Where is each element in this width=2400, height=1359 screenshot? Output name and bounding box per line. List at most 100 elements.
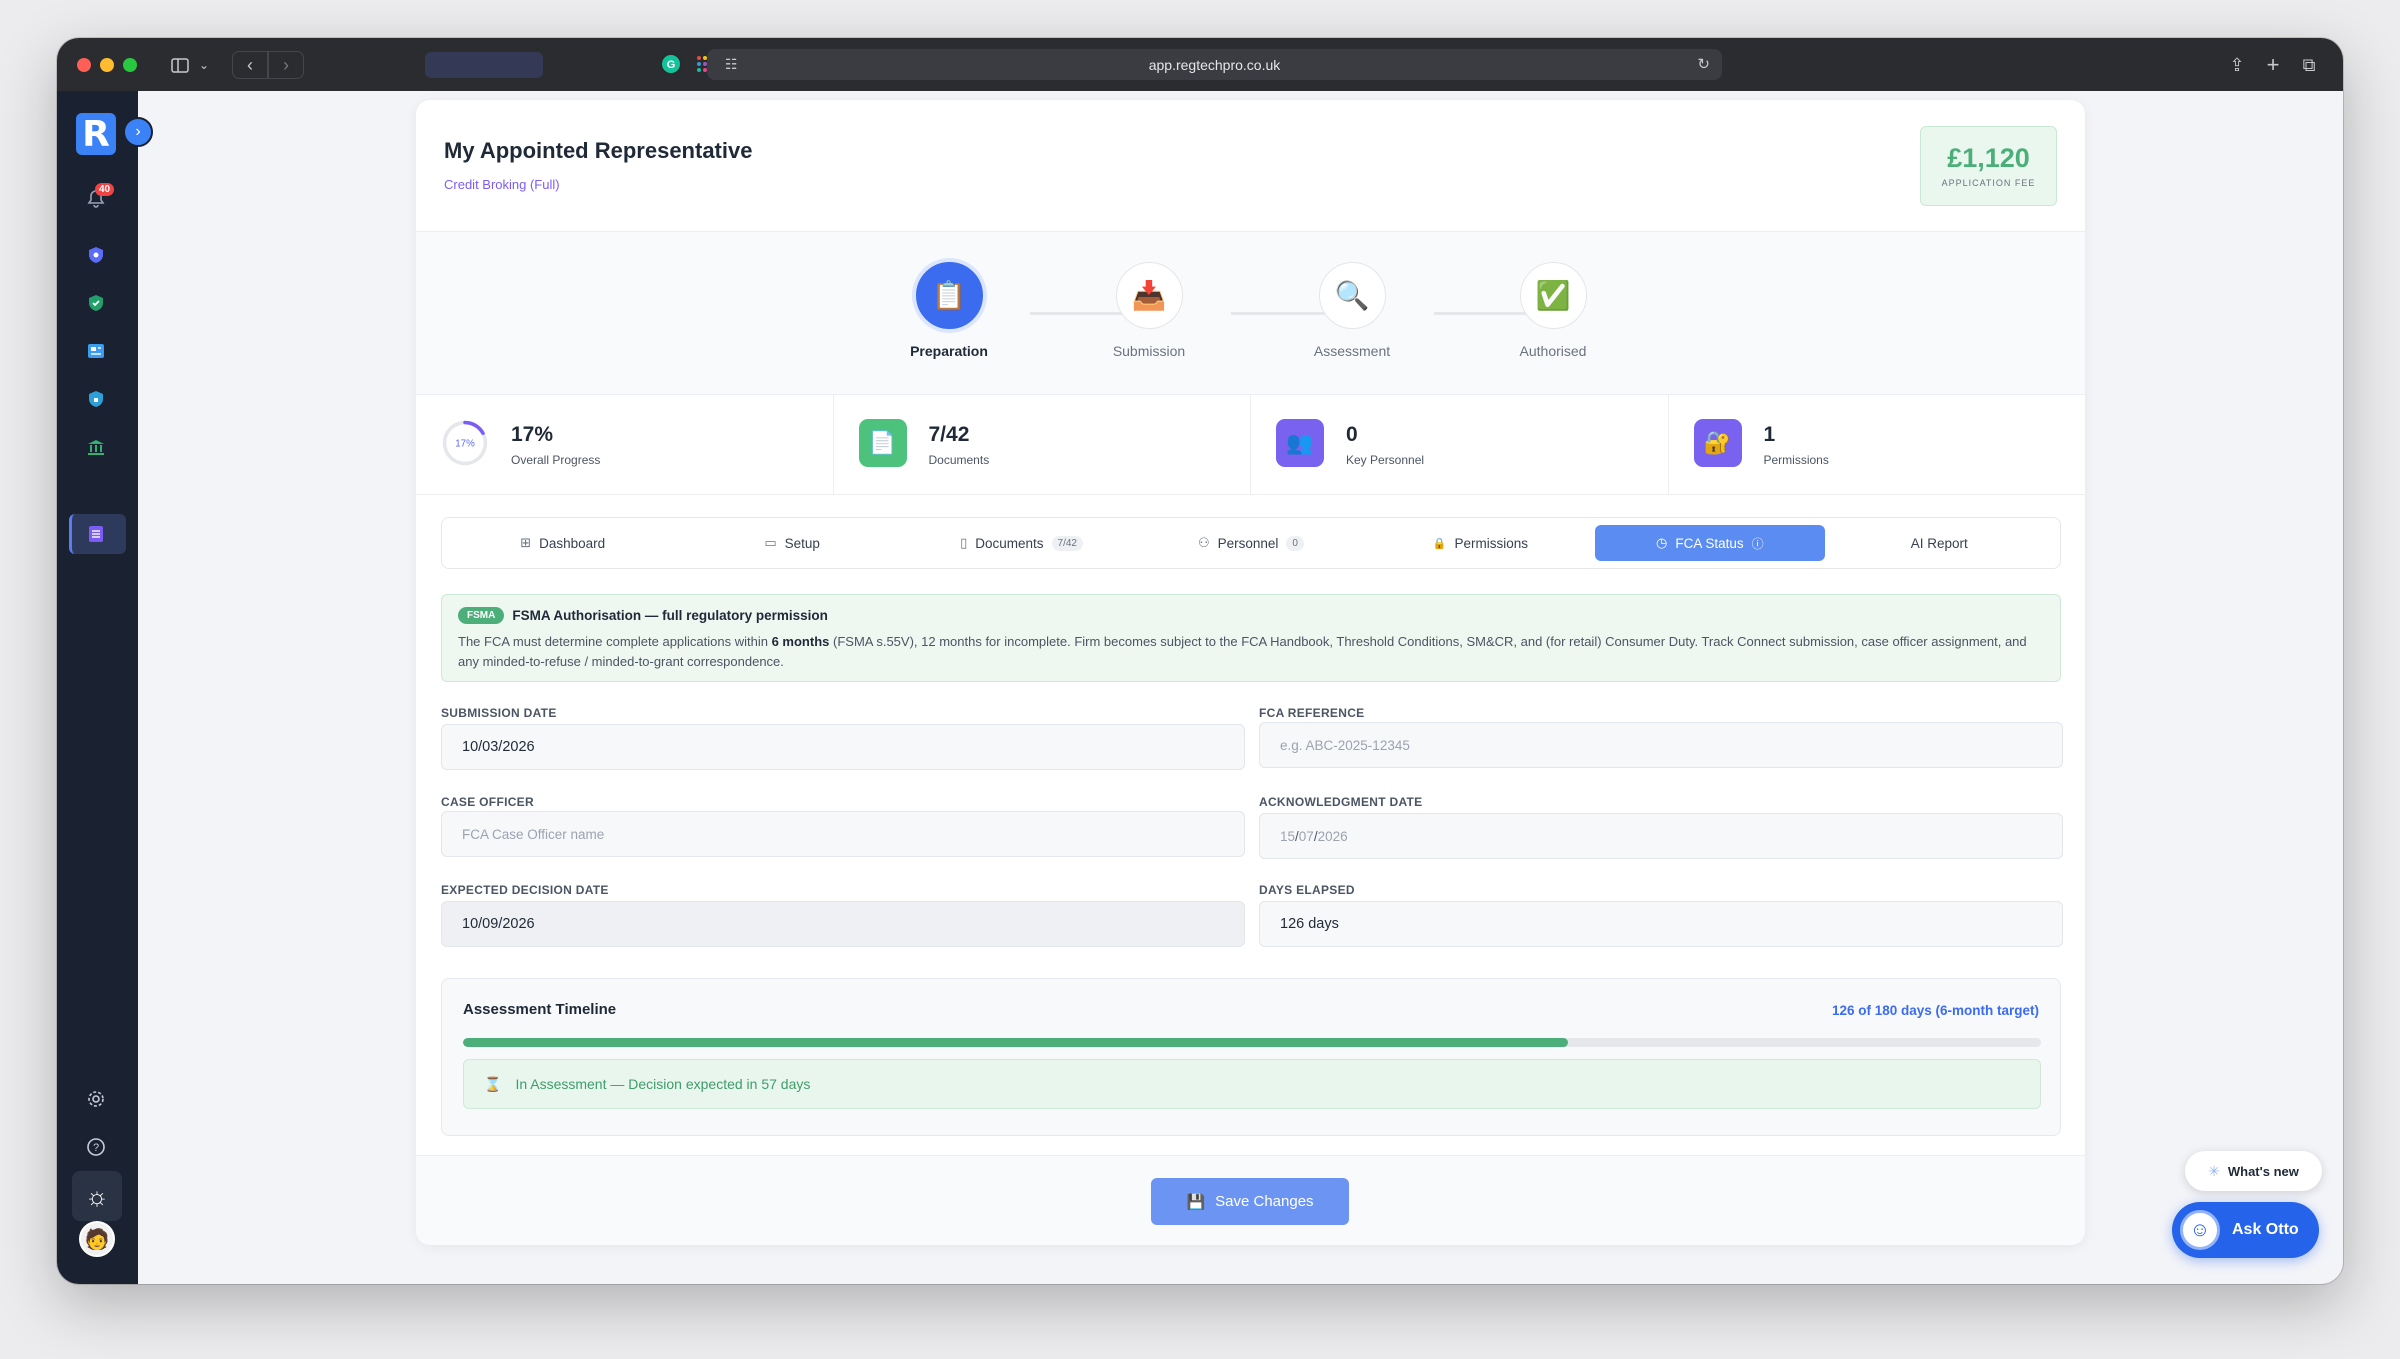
expand-sidebar-button[interactable]: ›	[123, 117, 153, 147]
page-settings-icon[interactable]: ☷	[725, 56, 738, 73]
tab-ai-report[interactable]: AI Report	[1825, 525, 2054, 561]
timeline-progress-fill	[463, 1038, 1568, 1047]
assessment-timeline: Assessment Timeline 126 of 180 days (6-m…	[441, 978, 2061, 1136]
chevron-down-icon[interactable]: ⌄	[195, 51, 213, 79]
tab-permissions[interactable]: 🔒 Permissions	[1366, 525, 1595, 561]
gear-icon[interactable]	[84, 1087, 108, 1111]
acknowledgment-date-input[interactable]: 15/07/2026	[1259, 813, 2063, 859]
stat-value: 1	[1763, 423, 1776, 446]
url-bar[interactable]: ☷ app.regtechpro.co.uk ↻	[707, 49, 1722, 80]
shield-lock-icon[interactable]	[84, 387, 108, 411]
page-title: My Appointed Representative	[444, 138, 753, 163]
reload-icon[interactable]: ↻	[1697, 55, 1710, 73]
expected-decision-date-field: 10/09/2026	[441, 901, 1245, 947]
tab-label: Dashboard	[539, 535, 606, 551]
new-tab-icon[interactable]: +	[2261, 51, 2285, 79]
expected-decision-date-label: EXPECTED DECISION DATE	[441, 883, 609, 897]
application-fee-box: £1,120 APPLICATION FEE	[1920, 126, 2057, 206]
tab-label: Permissions	[1454, 535, 1529, 551]
app-sidebar: R › 40 ? ☼ �	[57, 91, 153, 1284]
minimize-window-button[interactable]	[100, 58, 114, 72]
page-subtitle: Credit Broking (Full)	[444, 177, 560, 192]
clipboard-icon: 📋	[915, 262, 983, 329]
maximize-window-button[interactable]	[123, 58, 137, 72]
submission-date-field[interactable]: 10/03/2026	[441, 724, 1245, 770]
document-icon: 📄	[858, 419, 907, 467]
date-year: 2026	[1317, 828, 1348, 844]
save-label: Save Changes	[1215, 1193, 1314, 1210]
grammarly-extension-icon[interactable]: G	[660, 53, 682, 75]
theme-toggle-button[interactable]: ☼	[72, 1171, 122, 1221]
days-elapsed-label: DAYS ELAPSED	[1259, 883, 1355, 897]
info-body: The FCA must determine complete applicat…	[458, 632, 2044, 672]
application-card: My Appointed Representative Credit Broki…	[416, 100, 2085, 1245]
stat-key-personnel[interactable]: 👥 0 Key Personnel	[1251, 395, 1669, 494]
stat-label: Overall Progress	[511, 453, 601, 467]
app-logo[interactable]: R	[76, 113, 116, 155]
floppy-disk-icon: 💾	[1186, 1193, 1206, 1211]
step-submission[interactable]: 📥 Submission	[1084, 262, 1214, 359]
step-label: Preparation	[910, 343, 988, 359]
stat-documents[interactable]: 📄 7/42 Documents	[834, 395, 1251, 494]
notification-badge: 40	[95, 183, 115, 196]
lock-key-icon: 🔐	[1693, 419, 1742, 467]
tab-setup[interactable]: ▭ Setup	[677, 525, 906, 561]
magnifier-icon: 🔍	[1318, 262, 1386, 329]
sun-icon: ☼	[85, 1180, 109, 1211]
tab-dashboard[interactable]: ⊞ Dashboard	[448, 525, 677, 561]
window-controls	[77, 58, 137, 72]
save-changes-button[interactable]: 💾 Save Changes	[1151, 1178, 1349, 1225]
stats-row: 17% 17% Overall Progress 📄 7/42 Document…	[416, 395, 2085, 495]
case-officer-input[interactable]: FCA Case Officer name	[441, 811, 1245, 857]
bank-icon[interactable]	[84, 435, 108, 459]
svg-text:?: ?	[93, 1142, 99, 1154]
tab-overview-icon[interactable]: ⧉	[2297, 51, 2321, 79]
sparkle-icon: ✳	[2208, 1162, 2220, 1179]
tab-count-badge: 7/42	[1051, 535, 1083, 551]
stat-label: Key Personnel	[1346, 453, 1425, 467]
shield-icon[interactable]	[84, 243, 108, 267]
stat-label: Documents	[928, 453, 990, 467]
timeline-title: Assessment Timeline	[463, 1001, 617, 1018]
stat-permissions[interactable]: 🔐 1 Permissions	[1669, 395, 2086, 494]
step-label: Submission	[1112, 343, 1186, 359]
submission-date-label: SUBMISSION DATE	[441, 706, 557, 720]
ask-otto-label: Ask Otto	[2232, 1221, 2299, 1238]
briefcase-icon: ▭	[764, 535, 777, 550]
sidebar-toggle-icon[interactable]	[167, 51, 193, 79]
whats-new-button[interactable]: ✳ What's new	[2185, 1151, 2322, 1191]
tab-documents[interactable]: ▯ Documents 7/42	[907, 525, 1136, 561]
step-authorised[interactable]: ✅ Authorised	[1488, 262, 1618, 359]
tab-personnel[interactable]: ⚇ Personnel 0	[1136, 525, 1365, 561]
news-icon[interactable]	[84, 339, 108, 363]
step-assessment[interactable]: 🔍 Assessment	[1287, 262, 1417, 359]
forward-button[interactable]: ›	[268, 51, 304, 79]
whats-new-label: What's new	[2227, 1163, 2299, 1179]
shield-check-icon[interactable]	[84, 291, 108, 315]
stat-label: Permissions	[1763, 453, 1829, 467]
help-icon[interactable]: ?	[84, 1135, 108, 1159]
people-icon: 👥	[1276, 419, 1324, 467]
otto-avatar-icon: ☺	[2180, 1210, 2220, 1250]
step-label: Assessment	[1313, 343, 1391, 359]
help-circle-icon[interactable]: ⓘ	[1752, 535, 1764, 552]
lock-icon: 🔒	[1432, 537, 1447, 550]
tab-pill[interactable]	[425, 52, 543, 78]
progress-ring-text: 17%	[455, 439, 475, 450]
ask-otto-button[interactable]: ☺ Ask Otto	[2172, 1202, 2319, 1258]
back-button[interactable]: ‹	[232, 51, 268, 79]
stat-value: 7/42	[928, 423, 970, 446]
svg-text:G: G	[667, 59, 676, 71]
timeline-summary: 126 of 180 days (6-month target)	[1831, 1003, 2039, 1018]
fca-reference-input[interactable]: e.g. ABC-2025-12345	[1259, 722, 2063, 768]
close-window-button[interactable]	[77, 58, 91, 72]
step-preparation[interactable]: 📋 Preparation	[884, 262, 1014, 359]
fsma-tag: FSMA	[458, 607, 505, 624]
share-icon[interactable]: ⇪	[2225, 51, 2249, 79]
user-avatar[interactable]: 🧑	[79, 1221, 115, 1257]
file-icon: ▯	[960, 535, 968, 550]
clipboard-list-icon[interactable]	[84, 522, 108, 546]
users-icon: ⚇	[1197, 535, 1210, 550]
tab-fca-status[interactable]: ◷ FCA Status ⓘ	[1595, 525, 1825, 561]
card-footer: 💾 Save Changes	[416, 1155, 2085, 1245]
